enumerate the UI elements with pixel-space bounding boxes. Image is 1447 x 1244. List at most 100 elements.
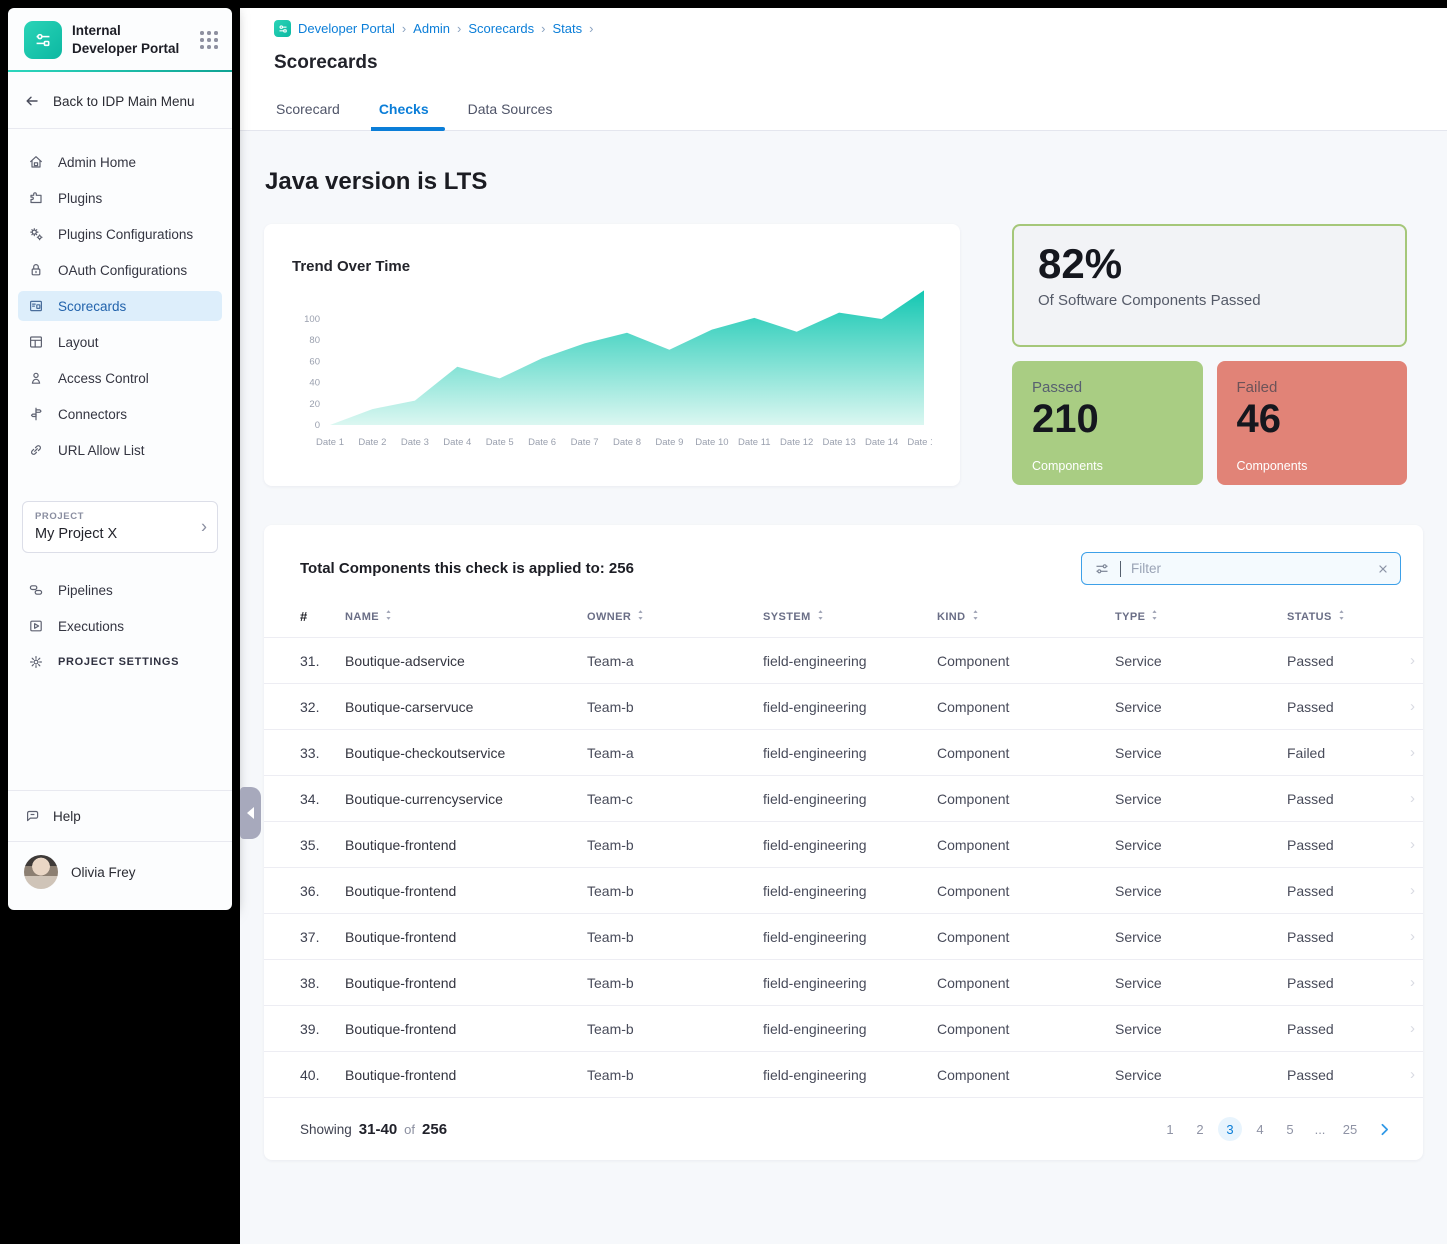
status-value: Passed	[1287, 791, 1334, 807]
row-chevron-icon: ›	[1410, 1066, 1415, 1083]
passed-unit: Components	[1032, 459, 1183, 473]
user-menu[interactable]: Olivia Frey	[8, 841, 232, 910]
sidebar-item[interactable]: OAuth Configurations	[18, 255, 222, 285]
brand-header: Internal Developer Portal	[8, 8, 232, 70]
sidebar-item-label: Plugins	[58, 191, 102, 206]
breadcrumb-link[interactable]: Scorecards	[468, 21, 534, 36]
table-row[interactable]: 32. Boutique-carservuce Team-b field-eng…	[264, 683, 1423, 729]
sidebar-item[interactable]: Scorecards	[18, 291, 222, 321]
table-row[interactable]: 35. Boutique-frontend Team-b field-engin…	[264, 821, 1423, 867]
sort-icon	[1150, 609, 1159, 624]
failed-unit: Components	[1237, 459, 1388, 473]
chevron-right-icon: ›	[201, 517, 207, 538]
project-name: My Project X	[35, 526, 205, 542]
sidebar-collapse-handle[interactable]	[240, 787, 261, 839]
table-row[interactable]: 39. Boutique-frontend Team-b field-engin…	[264, 1005, 1423, 1051]
breadcrumb: Developer Portal › Admin › Scorecards › …	[274, 20, 1447, 37]
svg-text:80: 80	[309, 335, 320, 346]
svg-text:Date 15: Date 15	[907, 437, 932, 448]
sidebar-item-label: Access Control	[58, 371, 149, 386]
column-header[interactable]: NAME	[345, 609, 587, 624]
row-chevron-icon: ›	[1410, 698, 1415, 715]
row-chevron-icon: ›	[1410, 928, 1415, 945]
table-row[interactable]: 31. Boutique-adservice Team-a field-engi…	[264, 637, 1423, 683]
tab[interactable]: Checks	[377, 101, 431, 130]
table-row[interactable]: 36. Boutique-frontend Team-b field-engin…	[264, 867, 1423, 913]
column-header[interactable]: #	[300, 609, 345, 624]
column-header[interactable]: KIND	[937, 609, 1115, 624]
person-icon	[28, 370, 44, 386]
column-header[interactable]: STATUS	[1287, 609, 1423, 624]
breadcrumb-item: Developer Portal ›	[298, 21, 406, 36]
page-button[interactable]: 1	[1158, 1117, 1182, 1141]
project-selector[interactable]: PROJECT My Project X ›	[22, 501, 218, 553]
sidebar-item[interactable]: Pipelines	[18, 575, 222, 605]
svg-text:Date 5: Date 5	[486, 437, 514, 448]
row-chevron-icon: ›	[1410, 652, 1415, 669]
column-header[interactable]: SYSTEM	[763, 609, 937, 624]
sidebar-item[interactable]: Access Control	[18, 363, 222, 393]
sort-icon	[971, 609, 980, 624]
sidebar-item[interactable]: Admin Home	[18, 147, 222, 177]
sidebar-item[interactable]: URL Allow List	[18, 435, 222, 465]
sidebar-item[interactable]: Executions	[18, 611, 222, 641]
play-icon	[28, 618, 44, 634]
idp-mini-logo-icon	[274, 20, 291, 37]
tab[interactable]: Scorecard	[274, 101, 342, 130]
chevron-right-icon	[1376, 1121, 1393, 1138]
column-header[interactable]: OWNER	[587, 609, 763, 624]
sidebar-item-label: OAuth Configurations	[58, 263, 187, 278]
user-name: Olivia Frey	[71, 865, 136, 880]
sidebar-item[interactable]: PROJECT SETTINGS	[18, 647, 222, 677]
table-row[interactable]: 37. Boutique-frontend Team-b field-engin…	[264, 913, 1423, 959]
main-area: Developer Portal › Admin › Scorecards › …	[240, 8, 1447, 1244]
help-button[interactable]: Help	[8, 790, 232, 841]
breadcrumb-link[interactable]: Stats	[552, 21, 582, 36]
status-value: Passed	[1287, 929, 1334, 945]
sidebar-item[interactable]: Plugins Configurations	[18, 219, 222, 249]
sidebar-item[interactable]: Plugins	[18, 183, 222, 213]
breadcrumb-link[interactable]: Developer Portal	[298, 21, 395, 36]
tab[interactable]: Data Sources	[466, 101, 555, 130]
percent-passed-card: 82% Of Software Components Passed	[1012, 224, 1407, 347]
avatar	[24, 855, 58, 889]
close-icon[interactable]	[1376, 562, 1390, 576]
table-row[interactable]: 34. Boutique-currencyservice Team-c fiel…	[264, 775, 1423, 821]
app-launcher-icon[interactable]	[200, 31, 218, 49]
filter-sliders-icon	[1094, 561, 1110, 577]
row-chevron-icon: ›	[1410, 790, 1415, 807]
next-page-button[interactable]	[1376, 1121, 1393, 1138]
status-value: Passed	[1287, 975, 1334, 991]
sidebar-item[interactable]: Connectors	[18, 399, 222, 429]
page-button[interactable]: 25	[1338, 1117, 1362, 1141]
page-button[interactable]: 5	[1278, 1117, 1302, 1141]
signpost-icon	[28, 406, 44, 422]
column-header[interactable]: TYPE	[1115, 609, 1287, 624]
sidebar-item[interactable]: Layout	[18, 327, 222, 357]
svg-text:20: 20	[309, 399, 320, 410]
page-title: Scorecards	[274, 52, 1447, 74]
gear-icon	[28, 654, 44, 670]
page-button[interactable]: 2	[1188, 1117, 1212, 1141]
table-row[interactable]: 33. Boutique-checkoutservice Team-a fiel…	[264, 729, 1423, 775]
page-button[interactable]: 4	[1248, 1117, 1272, 1141]
svg-text:60: 60	[309, 356, 320, 367]
trend-area-chart: 020406080100 Date 1Date 2Date 3Date 4Dat…	[292, 275, 932, 471]
table-row[interactable]: 38. Boutique-frontend Team-b field-engin…	[264, 959, 1423, 1005]
svg-text:0: 0	[315, 420, 320, 431]
passed-value: 210	[1032, 398, 1183, 440]
text-caret	[1120, 561, 1121, 577]
svg-text:Date 3: Date 3	[401, 437, 429, 448]
filter-box	[1081, 552, 1401, 585]
page-button[interactable]: ...	[1308, 1117, 1332, 1141]
table-row[interactable]: 40. Boutique-frontend Team-b field-engin…	[264, 1051, 1423, 1097]
back-to-main-menu[interactable]: Back to IDP Main Menu	[8, 72, 232, 129]
breadcrumb-link[interactable]: Admin	[413, 21, 450, 36]
status-value: Passed	[1287, 653, 1334, 669]
check-heading: Java version is LTS	[265, 168, 1423, 196]
svg-text:Date 9: Date 9	[655, 437, 683, 448]
page-button[interactable]: 3	[1218, 1117, 1242, 1141]
filter-input[interactable]	[1131, 561, 1366, 576]
sidebar-item-label: Executions	[58, 619, 124, 634]
pipeline-icon	[28, 582, 44, 598]
